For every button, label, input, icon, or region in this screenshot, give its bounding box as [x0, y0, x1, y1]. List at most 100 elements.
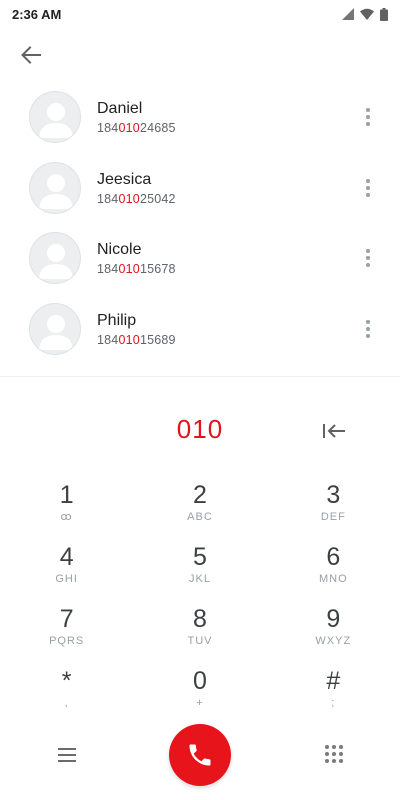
- dial-key-letters: TUV: [187, 635, 213, 647]
- dialer-screen: 2:36 AM Daniel 18401024685 Jeesica 18401…: [0, 0, 400, 800]
- more-vert-icon-dot: [366, 115, 370, 120]
- dial-key-letters: WXYZ: [315, 635, 352, 647]
- contact-text: Jeesica 18401025042: [97, 170, 176, 206]
- more-vert-icon-dot: [366, 319, 370, 324]
- person-placeholder-icon: [39, 103, 73, 139]
- contact-text: Daniel 18401024685: [97, 99, 176, 135]
- more-vert-icon-dot: [366, 249, 370, 254]
- battery-icon: [380, 7, 388, 21]
- dialpad-row: 7 PQRS 8 TUV 9 WXYZ: [0, 600, 400, 662]
- status-bar: 2:36 AM: [0, 0, 400, 28]
- dial-key-letters: PQRS: [49, 635, 85, 647]
- contact-name: Nicole: [97, 241, 142, 259]
- contact-row[interactable]: Nicole 18401015678: [0, 223, 400, 294]
- more-options-button[interactable]: [356, 173, 380, 203]
- contact-row[interactable]: Jeesica 18401025042: [0, 153, 400, 224]
- more-options-button[interactable]: [356, 314, 380, 344]
- dial-key-6[interactable]: 6 MNO: [267, 538, 400, 600]
- back-button[interactable]: [14, 38, 48, 72]
- number-match: 010: [118, 262, 140, 277]
- contact-row[interactable]: Philip 18401015689: [0, 294, 400, 365]
- dialpad-row: 1 ꝏ 2 ABC 3 DEF: [0, 476, 400, 538]
- person-placeholder-icon: [39, 173, 73, 209]
- dialpad-icon-dot: [325, 759, 329, 763]
- dialpad-icon-dot: [339, 752, 343, 756]
- backspace-button[interactable]: [318, 417, 350, 445]
- avatar: [29, 232, 81, 285]
- menu-button[interactable]: [54, 742, 80, 768]
- dialpad-icon-dot: [325, 745, 329, 749]
- dial-key-pound[interactable]: # ;: [267, 662, 400, 724]
- dial-key-letters: MNO: [318, 573, 348, 585]
- dialpad-toggle-button[interactable]: [322, 742, 346, 766]
- dial-key-3[interactable]: 3 DEF: [267, 476, 400, 538]
- avatar: [29, 91, 81, 144]
- dial-key-letters: ;: [331, 697, 336, 709]
- dial-key-letters: DEF: [320, 511, 346, 523]
- number-suffix: 15678: [139, 262, 176, 277]
- status-time: 2:36 AM: [12, 6, 62, 22]
- more-options-button[interactable]: [356, 243, 380, 273]
- call-button[interactable]: [169, 724, 231, 786]
- person-placeholder-icon: [39, 244, 73, 280]
- divider: [0, 376, 400, 377]
- contact-list: Daniel 18401024685 Jeesica 18401025042 N…: [0, 82, 400, 364]
- dial-key-2[interactable]: 2 ABC: [133, 476, 266, 538]
- dial-key-star[interactable]: * ,: [0, 662, 133, 724]
- number-match: 010: [118, 332, 140, 347]
- avatar: [29, 161, 81, 214]
- dial-key-digit: 1: [59, 481, 74, 509]
- dialpad: 1 ꝏ 2 ABC 3 DEF 4 GHI 5 JKL 6 MNO 7 PQRS…: [0, 476, 400, 724]
- dial-key-5[interactable]: 5 JKL: [133, 538, 266, 600]
- dial-key-1[interactable]: 1 ꝏ: [0, 476, 133, 538]
- contact-number: 18401015678: [97, 262, 176, 276]
- status-icons: [342, 7, 388, 21]
- more-vert-icon-dot: [366, 178, 370, 183]
- dial-key-digit: 8: [193, 605, 207, 633]
- dial-key-digit: 6: [326, 543, 341, 571]
- backspace-icon: [323, 424, 345, 438]
- number-suffix: 25042: [139, 191, 176, 206]
- dialpad-icon-dot: [325, 752, 329, 756]
- contact-name: Philip: [97, 311, 137, 329]
- dial-key-digit: 9: [326, 605, 341, 633]
- more-vert-icon-dot: [366, 263, 370, 268]
- contact-row[interactable]: Daniel 18401024685: [0, 82, 400, 153]
- more-options-button[interactable]: [356, 102, 380, 132]
- menu-icon-bar: [58, 748, 76, 750]
- dial-key-digit: *: [61, 667, 72, 695]
- more-vert-icon-dot: [366, 333, 370, 338]
- dialpad-row: * , 0 + # ;: [0, 662, 400, 724]
- dial-key-digit: #: [326, 667, 341, 695]
- dial-key-4[interactable]: 4 GHI: [0, 538, 133, 600]
- number-prefix: 184: [97, 262, 119, 277]
- dialpad-row: 4 GHI 5 JKL 6 MNO: [0, 538, 400, 600]
- dial-key-9[interactable]: 9 WXYZ: [267, 600, 400, 662]
- contact-name: Daniel: [97, 100, 143, 118]
- dial-key-0[interactable]: 0 +: [133, 662, 266, 724]
- signal-icon: [342, 8, 354, 20]
- more-vert-icon-dot: [366, 326, 370, 331]
- number-prefix: 184: [97, 191, 119, 206]
- dialpad-icon-dot: [332, 759, 336, 763]
- number-match: 010: [118, 121, 140, 136]
- number-prefix: 184: [97, 121, 119, 136]
- dial-key-7[interactable]: 7 PQRS: [0, 600, 133, 662]
- dial-key-8[interactable]: 8 TUV: [133, 600, 266, 662]
- number-suffix: 15689: [139, 332, 176, 347]
- contact-number: 18401025042: [97, 192, 176, 206]
- dial-key-digit: 0: [193, 667, 207, 695]
- dial-key-letters: ,: [64, 697, 69, 709]
- dial-key-letters: +: [196, 697, 204, 709]
- dial-key-digit: 5: [193, 543, 207, 571]
- more-vert-icon-dot: [366, 108, 370, 113]
- more-vert-icon-dot: [366, 122, 370, 127]
- contact-name: Jeesica: [97, 170, 152, 188]
- menu-icon-bar: [58, 754, 76, 756]
- dialpad-icon-dot: [332, 745, 336, 749]
- person-placeholder-icon: [39, 314, 73, 350]
- dialed-digits[interactable]: 010: [100, 414, 300, 450]
- menu-icon-bar: [58, 760, 76, 762]
- dial-key-digit: 4: [59, 543, 74, 571]
- contact-number: 18401015689: [97, 333, 176, 347]
